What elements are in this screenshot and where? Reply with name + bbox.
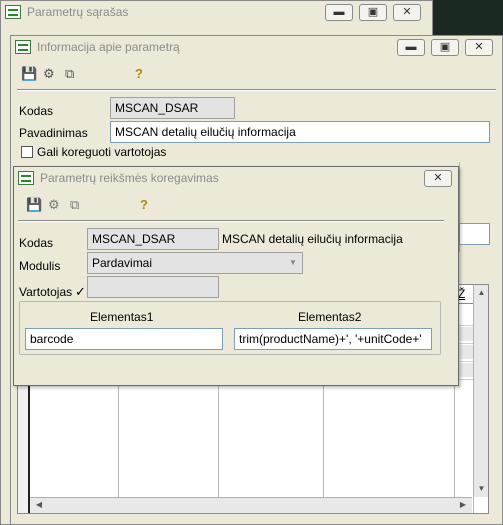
editable-checkbox[interactable]	[21, 146, 33, 158]
app-info-icon	[15, 40, 31, 54]
vartotojas-checkmark-icon[interactable]: ✓	[75, 284, 86, 300]
info-maximize-button[interactable]: ▣	[431, 39, 459, 56]
elementas2-input[interactable]: trim(productName)+', '+unitCode+'	[234, 328, 432, 350]
copy-icon[interactable]: ⧉	[70, 197, 79, 213]
info-minimize-button[interactable]: ▬	[397, 39, 425, 56]
app-list-icon	[5, 5, 21, 19]
grid-horizontal-scrollbar[interactable]	[30, 497, 472, 513]
tree-icon[interactable]: ⚙	[43, 66, 55, 82]
grid-header-partial: Ž	[458, 287, 466, 301]
floppy-disk-icon[interactable]: 💾	[26, 197, 42, 213]
info-window-title: Informacija apie parametrą	[37, 40, 180, 54]
elementas1-input[interactable]: barcode	[25, 328, 223, 350]
elementas1-label: Elementas1	[90, 310, 154, 324]
elementas2-label: Elementas2	[298, 310, 362, 324]
info-toolbar-separator	[17, 89, 496, 91]
edit-modulis-label: Modulis	[19, 259, 61, 273]
edit-close-button[interactable]: ✕	[424, 170, 452, 187]
main-window-title: Parametrų sąrašas	[27, 5, 129, 19]
tree-icon[interactable]: ⚙	[48, 197, 60, 213]
question-mark-icon[interactable]: ?	[135, 66, 143, 82]
minimize-button[interactable]: ▬	[325, 4, 353, 21]
app-edit-icon	[18, 171, 34, 185]
edit-kodas-description: MSCAN detalių eilučių informacija	[222, 232, 403, 246]
vartotojas-field	[87, 276, 219, 298]
floppy-disk-icon[interactable]: 💾	[21, 66, 37, 82]
maximize-button[interactable]: ▣	[359, 4, 387, 21]
scroll-right-arrow-icon[interactable]: ▶	[456, 497, 470, 513]
close-button[interactable]: ✕	[393, 4, 421, 21]
info-window-titlebar: Informacija apie parametrą	[11, 36, 502, 58]
copy-icon[interactable]: ⧉	[65, 66, 74, 82]
edit-window-title: Parametrų reikšmės koregavimas	[40, 171, 219, 185]
desktop-background	[433, 0, 503, 32]
scroll-left-arrow-icon[interactable]: ◀	[32, 497, 46, 513]
grid-vertical-scrollbar[interactable]	[473, 285, 488, 497]
info-close-button[interactable]: ✕	[465, 39, 493, 56]
info-pavadinimas-label: Pavadinimas	[19, 126, 88, 140]
scroll-up-arrow-icon[interactable]: ▲	[474, 285, 488, 300]
modulis-select-value: Pardavimai	[92, 256, 153, 270]
edit-toolbar-separator	[18, 220, 444, 222]
question-mark-icon[interactable]: ?	[140, 197, 148, 213]
scroll-down-arrow-icon[interactable]: ▼	[474, 481, 488, 496]
edit-kodas-label: Kodas	[19, 236, 54, 250]
editable-checkbox-label: Gali koreguoti vartotojas	[37, 145, 167, 159]
info-kodas-field: MSCAN_DSAR	[110, 97, 235, 119]
info-pavadinimas-field[interactable]: MSCAN detalių eilučių informacija	[110, 121, 490, 143]
modulis-select[interactable]: Pardavimai	[87, 252, 303, 274]
info-side-field[interactable]	[459, 223, 490, 245]
edit-kodas-field: MSCAN_DSAR	[87, 228, 219, 250]
edit-vartotojas-label: Vartotojas	[19, 285, 73, 299]
edit-window-titlebar: Parametrų reikšmės koregavimas	[14, 167, 458, 189]
chevron-down-icon[interactable]: ▼	[285, 254, 301, 272]
edit-window: Parametrų reikšmės koregavimas ✕ 💾 ⚙ ⧉ ?…	[13, 166, 459, 386]
info-kodas-label: Kodas	[19, 104, 54, 118]
